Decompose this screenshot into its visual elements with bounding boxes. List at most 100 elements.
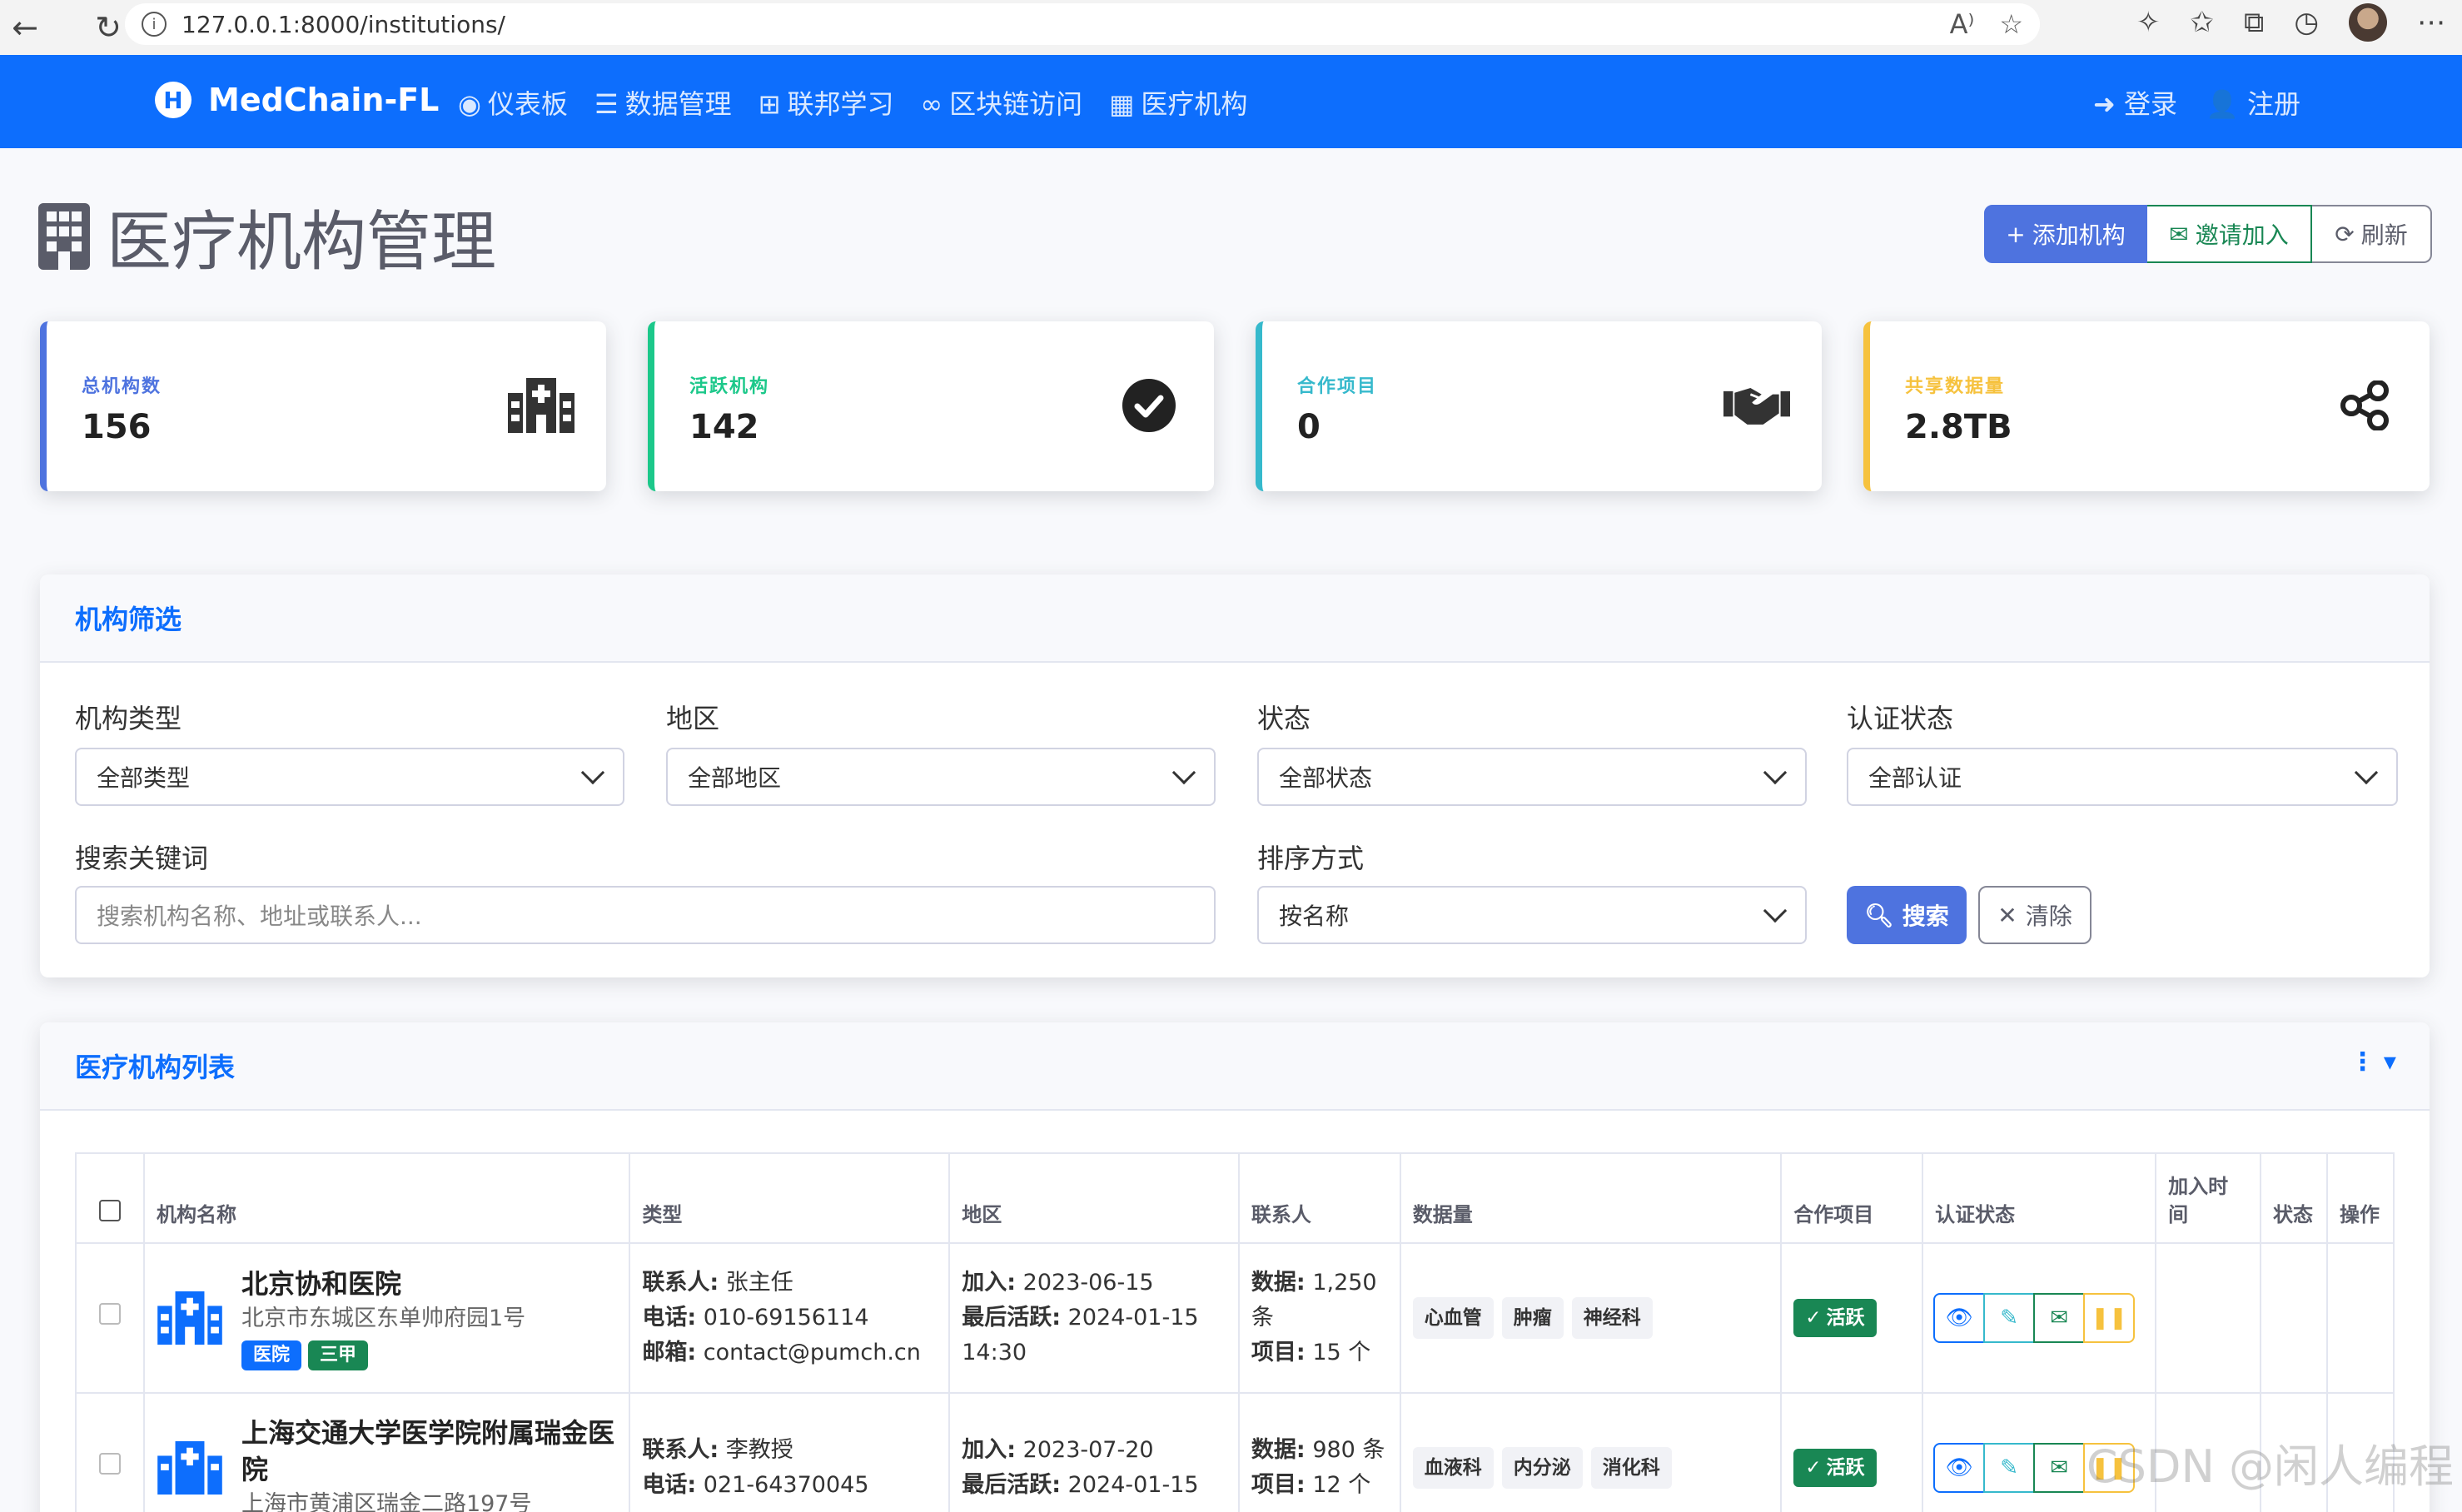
refresh-icon: ⟳ — [2335, 220, 2355, 248]
col-header-status[interactable]: 状态 — [2260, 1152, 2328, 1244]
sitemap-icon: ⊞ — [758, 88, 781, 120]
nav-institutions[interactable]: ▦ 医疗机构 — [1109, 83, 1247, 122]
mail-icon[interactable]: ✉ — [2033, 1443, 2086, 1493]
nav-blockchain[interactable]: ∞ 区块链访问 — [920, 83, 1082, 122]
palette-icon: ◉ — [458, 88, 481, 120]
filter-card: 机构筛选 机构类型 全部类型 地区 全部地区 状态 全部状态 认证状态 全部认证… — [40, 574, 2430, 977]
table-row[interactable]: 上海交通大学医学院附属瑞金医院 上海市黄浦区瑞金二路197号 联系人: 李教授 … — [75, 1392, 2395, 1512]
nav-dashboard[interactable]: ◉ 仪表板 — [458, 83, 568, 122]
institution-name[interactable]: 北京协和医院 — [241, 1266, 525, 1302]
favorite-star-icon[interactable]: ☆ — [1999, 8, 2023, 40]
row-checkbox[interactable] — [98, 1453, 121, 1475]
nav-federated[interactable]: ⊞ 联邦学习 — [758, 83, 894, 122]
back-icon[interactable]: ← — [0, 4, 50, 51]
cert-select[interactable]: 全部认证 — [1847, 748, 2398, 806]
pause-icon[interactable]: ❚❚ — [2083, 1293, 2136, 1343]
col-header-contact[interactable]: 联系人 — [1237, 1152, 1401, 1244]
institution-address: 北京市东城区东单帅府园1号 — [241, 1305, 526, 1331]
col-header-name[interactable]: 机构名称 — [142, 1152, 631, 1244]
status-badge: ✓ 活跃 — [1793, 1299, 1877, 1337]
status-select[interactable]: 全部状态 — [1257, 748, 1807, 806]
check-icon: ✓ — [1805, 1307, 1822, 1329]
add-institution-button[interactable]: + 添加机构 — [1984, 205, 2147, 263]
col-header-join[interactable]: 加入时间 — [2155, 1152, 2262, 1244]
edit-icon[interactable]: ✎ — [1983, 1293, 2036, 1343]
search-button[interactable]: 🔍︎ 搜索 — [1847, 886, 1967, 944]
invite-button[interactable]: ✉ 邀请加入 — [2147, 205, 2312, 263]
more-icon[interactable]: ⋯ — [2417, 6, 2445, 39]
page-title: 医疗机构管理 — [38, 190, 496, 283]
col-header-type[interactable]: 类型 — [629, 1152, 951, 1244]
hospital-icon — [157, 1441, 222, 1495]
contact-phone: 021-64370045 — [703, 1472, 869, 1498]
stat-card-projects: 合作项目 0 — [1256, 321, 1822, 491]
site-info-icon[interactable]: i — [142, 12, 167, 37]
stat-card-total: 总机构数 156 — [40, 321, 606, 491]
brand[interactable]: H MedChain-FL — [155, 82, 439, 118]
col-header-region[interactable]: 地区 — [948, 1152, 1240, 1244]
dept-badge: 内分泌 — [1501, 1447, 1583, 1489]
col-header-cert[interactable]: 认证状态 — [1922, 1152, 2157, 1244]
watermark: CSDN @闲人编程 — [2086, 1440, 2454, 1493]
filter-card-title: 机构筛选 — [40, 574, 2430, 663]
address-bar[interactable]: i 127.0.0.1:8000/institutions/ A⁾ ☆ — [125, 3, 2040, 45]
region-select[interactable]: 全部地区 — [666, 748, 1216, 806]
browser-chrome: ← ↻ i 127.0.0.1:8000/institutions/ A⁾ ☆ … — [0, 0, 2462, 55]
contact-name: 张主任 — [725, 1270, 793, 1296]
list-card-title: 医疗机构列表 — [75, 1052, 236, 1083]
history-icon[interactable]: ◷ — [2294, 6, 2319, 39]
app-navbar: H MedChain-FL ◉ 仪表板 ☰ 数据管理 ⊞ 联邦学习 ∞ 区块链访问 ▦ 医… — [0, 55, 2462, 148]
dept-badge: 神经科 — [1571, 1297, 1653, 1339]
col-header-data[interactable]: 数据量 — [1399, 1152, 1783, 1244]
region-label: 地区 — [666, 703, 720, 734]
envelope-icon: ✉ — [2169, 220, 2189, 248]
chevron-down-icon — [1171, 760, 1196, 785]
nav-data[interactable]: ☰ 数据管理 — [594, 83, 732, 122]
type-select[interactable]: 全部类型 — [75, 748, 624, 806]
mail-icon[interactable]: ✉ — [2033, 1293, 2086, 1343]
sign-in-icon: ➜ — [2092, 88, 2116, 120]
brand-name: MedChain-FL — [208, 82, 440, 118]
extensions-icon[interactable]: ✧ — [2136, 6, 2161, 39]
favorites-icon[interactable]: ✩ — [2191, 6, 2215, 39]
dept-badge: 肿瘤 — [1501, 1297, 1564, 1339]
search-icon: 🔍︎ — [1864, 901, 1894, 929]
keyword-label: 搜索关键词 — [75, 843, 209, 874]
register-link[interactable]: 👤 注册 — [2206, 83, 2300, 122]
institution-list-card: 医疗机构列表 ⋮ ▾ 机构名称 类型 地区 联系人 数据量 合作项目 认证状态 … — [40, 1022, 2430, 1512]
more-options-icon[interactable]: ⋮ ▾ — [2350, 1047, 2396, 1077]
chevron-down-icon — [1763, 898, 1788, 923]
view-icon[interactable]: 👁︎ — [1933, 1443, 1986, 1493]
col-header-actions[interactable]: 操作 — [2325, 1152, 2395, 1244]
building-icon: ▦ — [1109, 88, 1135, 120]
edit-icon[interactable]: ✎ — [1983, 1443, 2036, 1493]
select-all-checkbox[interactable] — [98, 1200, 121, 1221]
tag-hospital: 医院 — [241, 1340, 301, 1370]
contact-phone: 010-69156114 — [703, 1305, 869, 1330]
plus-icon: + — [2006, 220, 2026, 248]
login-link[interactable]: ➜ 登录 — [2093, 83, 2177, 122]
clear-button[interactable]: ✕ 清除 — [1978, 886, 2091, 944]
col-header-projects[interactable]: 合作项目 — [1780, 1152, 1924, 1244]
building-icon — [38, 203, 90, 270]
view-icon[interactable]: 👁︎ — [1933, 1293, 1986, 1343]
institution-name[interactable]: 上海交通大学医学院附属瑞金医院 — [241, 1415, 617, 1488]
sort-select[interactable]: 按名称 — [1257, 886, 1807, 944]
keyword-input[interactable]: 搜索机构名称、地址或联系人... — [75, 886, 1216, 944]
collections-icon[interactable]: ⧉ — [2244, 6, 2264, 39]
table-row[interactable]: 北京协和医院 北京市东城区东单帅府园1号 医院 三甲 联系人: 张主任 电话: 0… — [75, 1242, 2395, 1394]
join-date: 2023-07-20 — [1022, 1437, 1154, 1463]
refresh-button[interactable]: ⟳ 刷新 — [2312, 205, 2432, 263]
check-icon: ✓ — [1805, 1457, 1822, 1479]
contact-email: contact@pumch.cn — [703, 1340, 921, 1365]
status-label: 状态 — [1257, 703, 1311, 734]
dept-badge: 消化科 — [1590, 1447, 1672, 1489]
row-checkbox[interactable] — [98, 1303, 121, 1325]
dept-badge: 血液科 — [1412, 1447, 1494, 1489]
read-aloud-icon[interactable]: A⁾ — [1950, 8, 1975, 40]
avatar[interactable] — [2349, 3, 2387, 42]
chevron-down-icon — [1763, 760, 1788, 785]
data-count: 980 条 — [1312, 1437, 1385, 1463]
hospital-icon — [508, 376, 574, 435]
join-date: 2023-06-15 — [1022, 1270, 1154, 1296]
